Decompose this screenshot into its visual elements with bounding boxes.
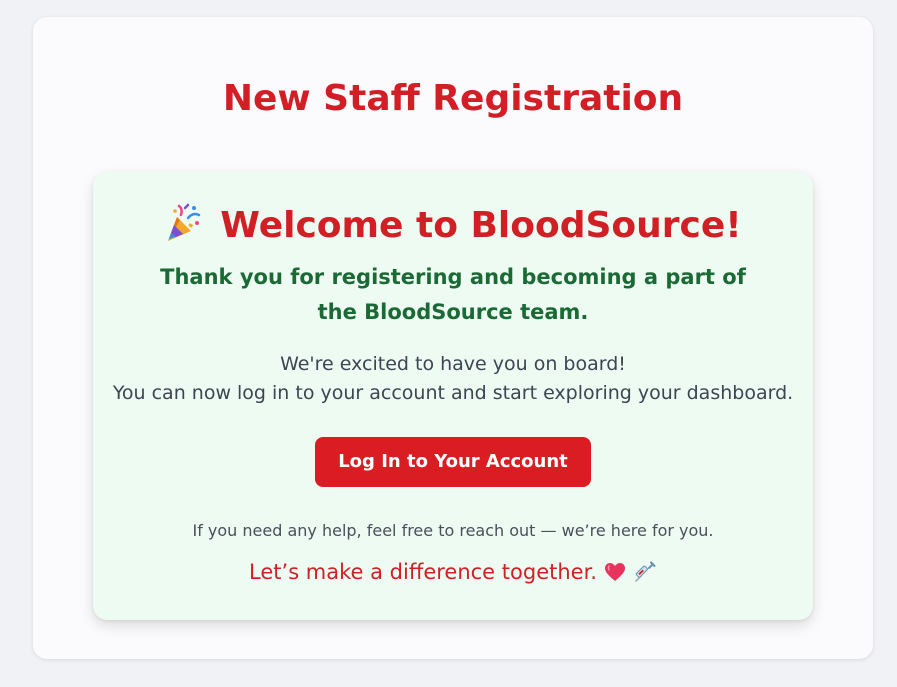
page: New Staff Registration Welcome to BloodS… (0, 0, 897, 687)
welcome-heading: Welcome to BloodSource! (93, 202, 813, 250)
heart-icon (603, 560, 627, 584)
excited-line: We're excited to have you on board! (280, 353, 626, 375)
syringe-icon (633, 560, 657, 584)
welcome-heading-text: Welcome to BloodSource! (220, 205, 742, 246)
welcome-card: Welcome to BloodSource! Thank you for re… (93, 172, 813, 620)
help-text: If you need any help, feel free to reach… (192, 521, 714, 540)
registration-card: New Staff Registration Welcome to BloodS… (33, 17, 873, 659)
page-title: New Staff Registration (222, 78, 684, 119)
thank-you-message: Thank you for registering and becoming a… (160, 265, 746, 324)
closing-text: Let’s make a difference together. (249, 560, 597, 584)
party-popper-icon (164, 203, 204, 243)
closing-message: Let’s make a difference together. (93, 556, 813, 588)
login-hint-line: You can now log in to your account and s… (112, 382, 794, 404)
login-button[interactable]: Log In to Your Account (315, 437, 591, 487)
onboarding-message: We're excited to have you on board! You … (93, 350, 813, 408)
